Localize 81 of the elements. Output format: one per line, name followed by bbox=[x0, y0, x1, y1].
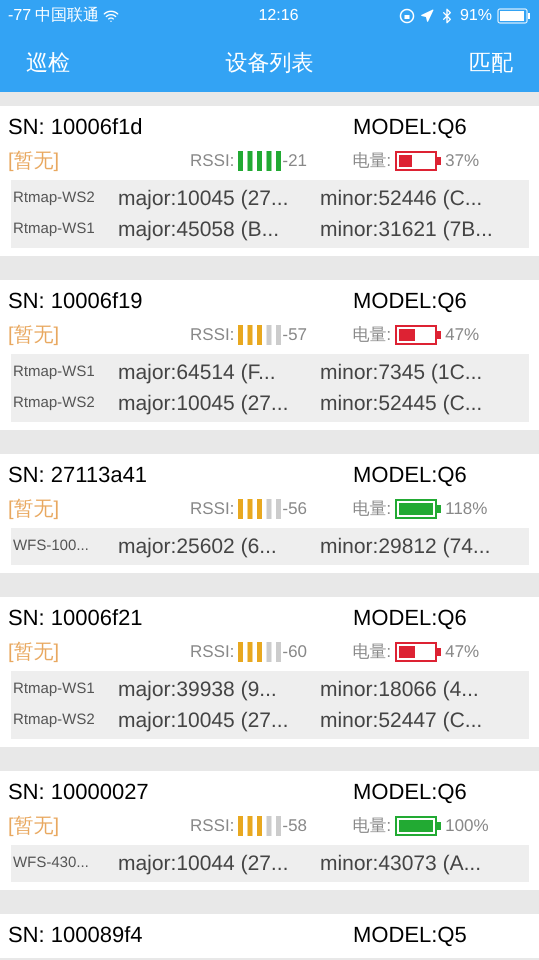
tag-label: [暂无] bbox=[8, 640, 60, 665]
rssi-value: -21 bbox=[282, 150, 308, 172]
major-value: major:10044 (27... bbox=[118, 850, 290, 877]
beacon-name: Rtmap-WS2 bbox=[12, 188, 96, 208]
battery-label: 电量: bbox=[352, 815, 392, 838]
battery-value: 47% bbox=[445, 324, 480, 346]
serial-number: SN: 10006f1d bbox=[8, 112, 144, 140]
rssi-value: -57 bbox=[282, 324, 308, 346]
serial-number: SN: 10000027 bbox=[8, 778, 150, 806]
battery-label: 电量: bbox=[352, 498, 392, 520]
battery-value: 37% bbox=[445, 150, 480, 172]
signal-bars-icon bbox=[238, 499, 282, 519]
beacon-name: Rtmap-WS1 bbox=[12, 362, 96, 382]
signal-bars-icon bbox=[238, 642, 282, 662]
rssi-label: RSSI: bbox=[190, 150, 234, 172]
rssi-value: -58 bbox=[282, 815, 308, 838]
major-value: major:10045 (27... bbox=[118, 708, 290, 734]
tag-label: [暂无] bbox=[8, 149, 60, 174]
model-label: MODEL:Q5 bbox=[353, 920, 467, 948]
battery-value: 47% bbox=[445, 641, 480, 664]
rssi-value: -56 bbox=[282, 498, 308, 520]
device-card[interactable]: SN: 100089f4 MODEL:Q5 bbox=[0, 914, 539, 958]
signal-strength: -77 bbox=[8, 6, 32, 26]
device-card[interactable]: SN: 10006f21 MODEL:Q6 [暂无] RSSI: -60 电量: 47% Rtmap-WS1 major:39938 (9... minor:18066 (4... Rtmap-WS2 major:10045 (27... minor:52447 (C... bbox=[0, 597, 539, 747]
wifi-icon bbox=[103, 8, 120, 24]
major-value: major:39938 (9... bbox=[118, 676, 278, 703]
model-label: MODEL:Q6 bbox=[353, 460, 467, 488]
major-value: major:25602 (6... bbox=[118, 534, 278, 560]
battery-value: 100% bbox=[445, 815, 489, 838]
minor-value: minor:31621 (7B... bbox=[320, 216, 493, 243]
rssi-label: RSSI: bbox=[190, 498, 234, 520]
serial-number: SN: 27113a41 bbox=[8, 460, 148, 488]
model-label: MODEL:Q6 bbox=[353, 286, 467, 314]
serial-number: SN: 10006f19 bbox=[8, 286, 144, 314]
major-value: major:45058 (B... bbox=[118, 216, 280, 243]
model-label: MODEL:Q6 bbox=[353, 604, 467, 632]
beacon-name: Rtmap-WS1 bbox=[12, 679, 96, 700]
battery-percent: 91% bbox=[460, 6, 492, 26]
beacon-name: WFS-100... bbox=[12, 536, 90, 556]
beacon-name: Rtmap-WS2 bbox=[12, 393, 96, 414]
device-card[interactable]: SN: 10000027 MODEL:Q6 [暂无] RSSI: -58 电量: 100% WFS-430... major:10044 (27... minor:43073 (A... bbox=[0, 771, 539, 890]
beacon-name: Rtmap-WS1 bbox=[12, 219, 96, 240]
carrier-name: 中国联通 bbox=[35, 6, 100, 26]
rssi-label: RSSI: bbox=[190, 324, 234, 346]
major-value: major:64514 (F... bbox=[118, 360, 277, 386]
battery-label: 电量: bbox=[352, 641, 392, 664]
minor-value: minor:52445 (C... bbox=[320, 390, 482, 417]
rssi-label: RSSI: bbox=[190, 641, 234, 664]
minor-value: minor:52447 (C... bbox=[320, 708, 482, 734]
battery-value: 118% bbox=[445, 498, 488, 520]
page-title: 设备列表 bbox=[224, 48, 314, 76]
major-value: major:10045 (27... bbox=[118, 186, 290, 212]
minor-value: minor:18066 (4... bbox=[320, 676, 479, 703]
serial-number: SN: 10006f21 bbox=[8, 604, 144, 632]
rssi-label: RSSI: bbox=[190, 815, 234, 838]
tag-label: [暂无] bbox=[8, 497, 60, 522]
minor-value: minor:52446 (C... bbox=[320, 186, 482, 212]
signal-bars-icon bbox=[238, 816, 282, 836]
major-value: major:10045 (27... bbox=[118, 390, 290, 417]
beacon-name: Rtmap-WS2 bbox=[12, 710, 96, 730]
minor-value: minor:7345 (1C... bbox=[320, 360, 482, 386]
battery-label: 电量: bbox=[352, 324, 392, 346]
tag-label: [暂无] bbox=[8, 814, 60, 839]
device-card[interactable]: SN: 27113a41 MODEL:Q6 [暂无] RSSI: -56 电量: 118% WFS-100... major:25602 (6... minor:29812 (74... bbox=[0, 454, 539, 573]
beacon-name: WFS-430... bbox=[12, 853, 90, 874]
battery-label: 电量: bbox=[352, 150, 392, 172]
minor-value: minor:43073 (A... bbox=[320, 850, 482, 877]
minor-value: minor:29812 (74... bbox=[320, 534, 490, 560]
device-card[interactable]: SN: 10006f19 MODEL:Q6 [暂无] RSSI: -57 电量: 47% Rtmap-WS1 major:64514 (F... minor:7345 (1C... Rtmap-WS2 major:10045 (27... minor:52445 (C... bbox=[0, 280, 539, 430]
rotation-lock-icon bbox=[398, 8, 415, 24]
device-card[interactable]: SN: 10006f1d MODEL:Q6 [暂无] RSSI: -21 电量: 37% Rtmap-WS2 major:10045 (27... minor:52446 (C... Rtmap-WS1 major:45058 (B... minor:31621 (7B... bbox=[0, 106, 539, 256]
model-label: MODEL:Q6 bbox=[353, 112, 467, 140]
clock: 12:16 bbox=[257, 6, 300, 26]
signal-bars-icon bbox=[238, 151, 282, 171]
serial-number: SN: 100089f4 bbox=[8, 920, 144, 948]
location-icon bbox=[420, 9, 434, 23]
model-label: MODEL:Q6 bbox=[353, 778, 467, 806]
rssi-value: -60 bbox=[282, 641, 308, 664]
tag-label: [暂无] bbox=[8, 323, 60, 348]
battery-icon bbox=[497, 8, 531, 24]
signal-bars-icon bbox=[238, 325, 282, 345]
